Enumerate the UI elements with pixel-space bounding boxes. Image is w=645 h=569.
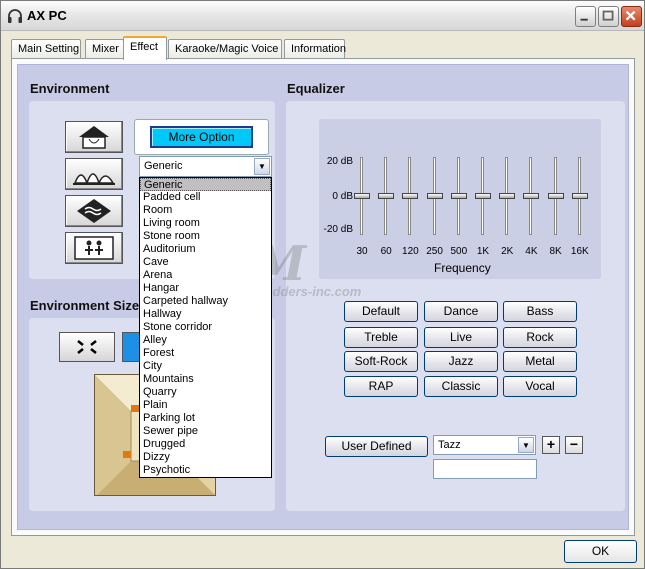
dropdown-option[interactable]: Padded cell xyxy=(140,191,271,204)
db-label-bottom: -20 dB xyxy=(323,224,353,235)
eq-slider-knob[interactable] xyxy=(450,193,467,199)
dropdown-option[interactable]: Auditorium xyxy=(140,243,271,256)
preset-button[interactable]: Rock xyxy=(503,327,577,348)
close-icon xyxy=(625,10,636,21)
env-house-button[interactable] xyxy=(65,121,123,153)
headphones-icon xyxy=(7,8,23,24)
shrink-size-button[interactable] xyxy=(59,332,115,362)
dropdown-option[interactable]: Mountains xyxy=(140,373,271,386)
frequency-label: 16K xyxy=(570,246,589,257)
eq-slider-knob[interactable] xyxy=(499,193,516,199)
app-window: AX PC Main Setting Mixer Effect Karaoke/… xyxy=(0,0,645,569)
shrink-arrows-icon xyxy=(77,340,97,354)
preset-button[interactable]: Live xyxy=(424,327,498,348)
dropdown-option[interactable]: Living room xyxy=(140,217,271,230)
environment-title: Environment xyxy=(30,81,110,96)
maximize-button[interactable] xyxy=(598,6,619,27)
eq-slider-knob[interactable] xyxy=(547,193,564,199)
db-label-mid: 0 dB xyxy=(332,191,353,202)
dropdown-option[interactable]: Carpeted hallway xyxy=(140,295,271,308)
more-option-button[interactable]: More Option xyxy=(150,126,253,148)
preset-button[interactable]: Soft-Rock xyxy=(344,351,418,372)
dropdown-option[interactable]: Room xyxy=(140,204,271,217)
preset-button[interactable]: Bass xyxy=(503,301,577,322)
user-preset-value: Tazz xyxy=(438,439,461,451)
db-label-top: 20 dB xyxy=(326,156,353,167)
preset-button[interactable]: Jazz xyxy=(424,351,498,372)
equalizer-title: Equalizer xyxy=(287,81,345,96)
preset-button[interactable]: RAP xyxy=(344,376,418,397)
user-preset-select[interactable]: Tazz ▼ xyxy=(433,435,536,455)
dropdown-option[interactable]: City xyxy=(140,360,271,373)
preset-name-input[interactable] xyxy=(433,459,537,479)
tab-karaoke[interactable]: Karaoke/Magic Voice xyxy=(168,39,282,59)
tab-main-setting[interactable]: Main Setting xyxy=(11,39,81,59)
eq-slider-knob[interactable] xyxy=(523,193,540,199)
env-room-button[interactable] xyxy=(65,232,123,264)
tab-effect[interactable]: Effect xyxy=(123,36,167,60)
remove-preset-button[interactable]: − xyxy=(565,436,583,454)
ok-button[interactable]: OK xyxy=(564,540,637,563)
frequency-axis-label: Frequency xyxy=(434,261,491,275)
dropdown-option[interactable]: Generic xyxy=(140,178,271,191)
dropdown-option[interactable]: Sewer pipe xyxy=(140,425,271,438)
watermark-text: modders-inc.com xyxy=(253,284,362,299)
dropdown-option[interactable]: Hallway xyxy=(140,308,271,321)
dropdown-option[interactable]: Stone room xyxy=(140,230,271,243)
dropdown-option[interactable]: Parking lot xyxy=(140,412,271,425)
concert-hall-icon xyxy=(73,173,115,186)
chevron-down-icon[interactable]: ▼ xyxy=(254,158,270,175)
tab-information[interactable]: Information xyxy=(284,39,346,59)
user-defined-button[interactable]: User Defined xyxy=(325,436,428,457)
env-concert-hall-button[interactable] xyxy=(65,158,123,190)
preset-button[interactable]: Treble xyxy=(344,327,418,348)
dropdown-option[interactable]: Drugged xyxy=(140,438,271,451)
dropdown-option[interactable]: Plain xyxy=(140,399,271,412)
chevron-down-icon[interactable]: ▼ xyxy=(518,437,534,453)
preset-button[interactable]: Dance xyxy=(424,301,498,322)
preset-button[interactable]: Metal xyxy=(503,351,577,372)
dropdown-option[interactable]: Dizzy xyxy=(140,451,271,464)
dropdown-option[interactable]: Stone corridor xyxy=(140,321,271,334)
eq-slider-knob[interactable] xyxy=(475,193,491,199)
environment-select-value: Generic xyxy=(144,160,183,172)
dropdown-option[interactable]: Hangar xyxy=(140,282,271,295)
eq-slider-knob[interactable] xyxy=(378,193,395,199)
add-preset-button[interactable]: + xyxy=(542,436,560,454)
eq-slider-knob[interactable] xyxy=(426,193,443,199)
title-bar: AX PC xyxy=(1,1,644,31)
dropdown-option[interactable]: Cave xyxy=(140,256,271,269)
eq-slider-knob[interactable] xyxy=(354,193,370,199)
dropdown-option[interactable]: Psychotic xyxy=(140,464,271,477)
eq-slider-knob[interactable] xyxy=(571,193,588,199)
environment-dropdown-list: Generic Padded cell Room Living room Sto… xyxy=(139,177,272,478)
env-underwater-button[interactable] xyxy=(65,195,123,227)
expand-size-button[interactable] xyxy=(122,332,140,362)
house-icon xyxy=(79,126,109,149)
dropdown-option[interactable]: Quarry xyxy=(140,386,271,399)
environment-select[interactable]: Generic ▼ xyxy=(139,156,272,177)
close-button[interactable] xyxy=(621,6,642,27)
underwater-icon xyxy=(77,199,111,223)
window-title: AX PC xyxy=(27,8,67,23)
minimize-button[interactable] xyxy=(575,6,596,27)
room-people-icon xyxy=(74,236,114,260)
preset-button[interactable]: Vocal xyxy=(503,376,577,397)
watermark-logo: M modders-inc.com xyxy=(253,236,393,316)
dropdown-option[interactable]: Arena xyxy=(140,269,271,282)
tab-mixer[interactable]: Mixer xyxy=(85,39,124,59)
eq-slider-knob[interactable] xyxy=(402,193,419,199)
preset-button[interactable]: Classic xyxy=(424,376,498,397)
dropdown-option[interactable]: Alley xyxy=(140,334,271,347)
environment-size-title: Environment Size xyxy=(30,298,140,313)
dropdown-option[interactable]: Forest xyxy=(140,347,271,360)
